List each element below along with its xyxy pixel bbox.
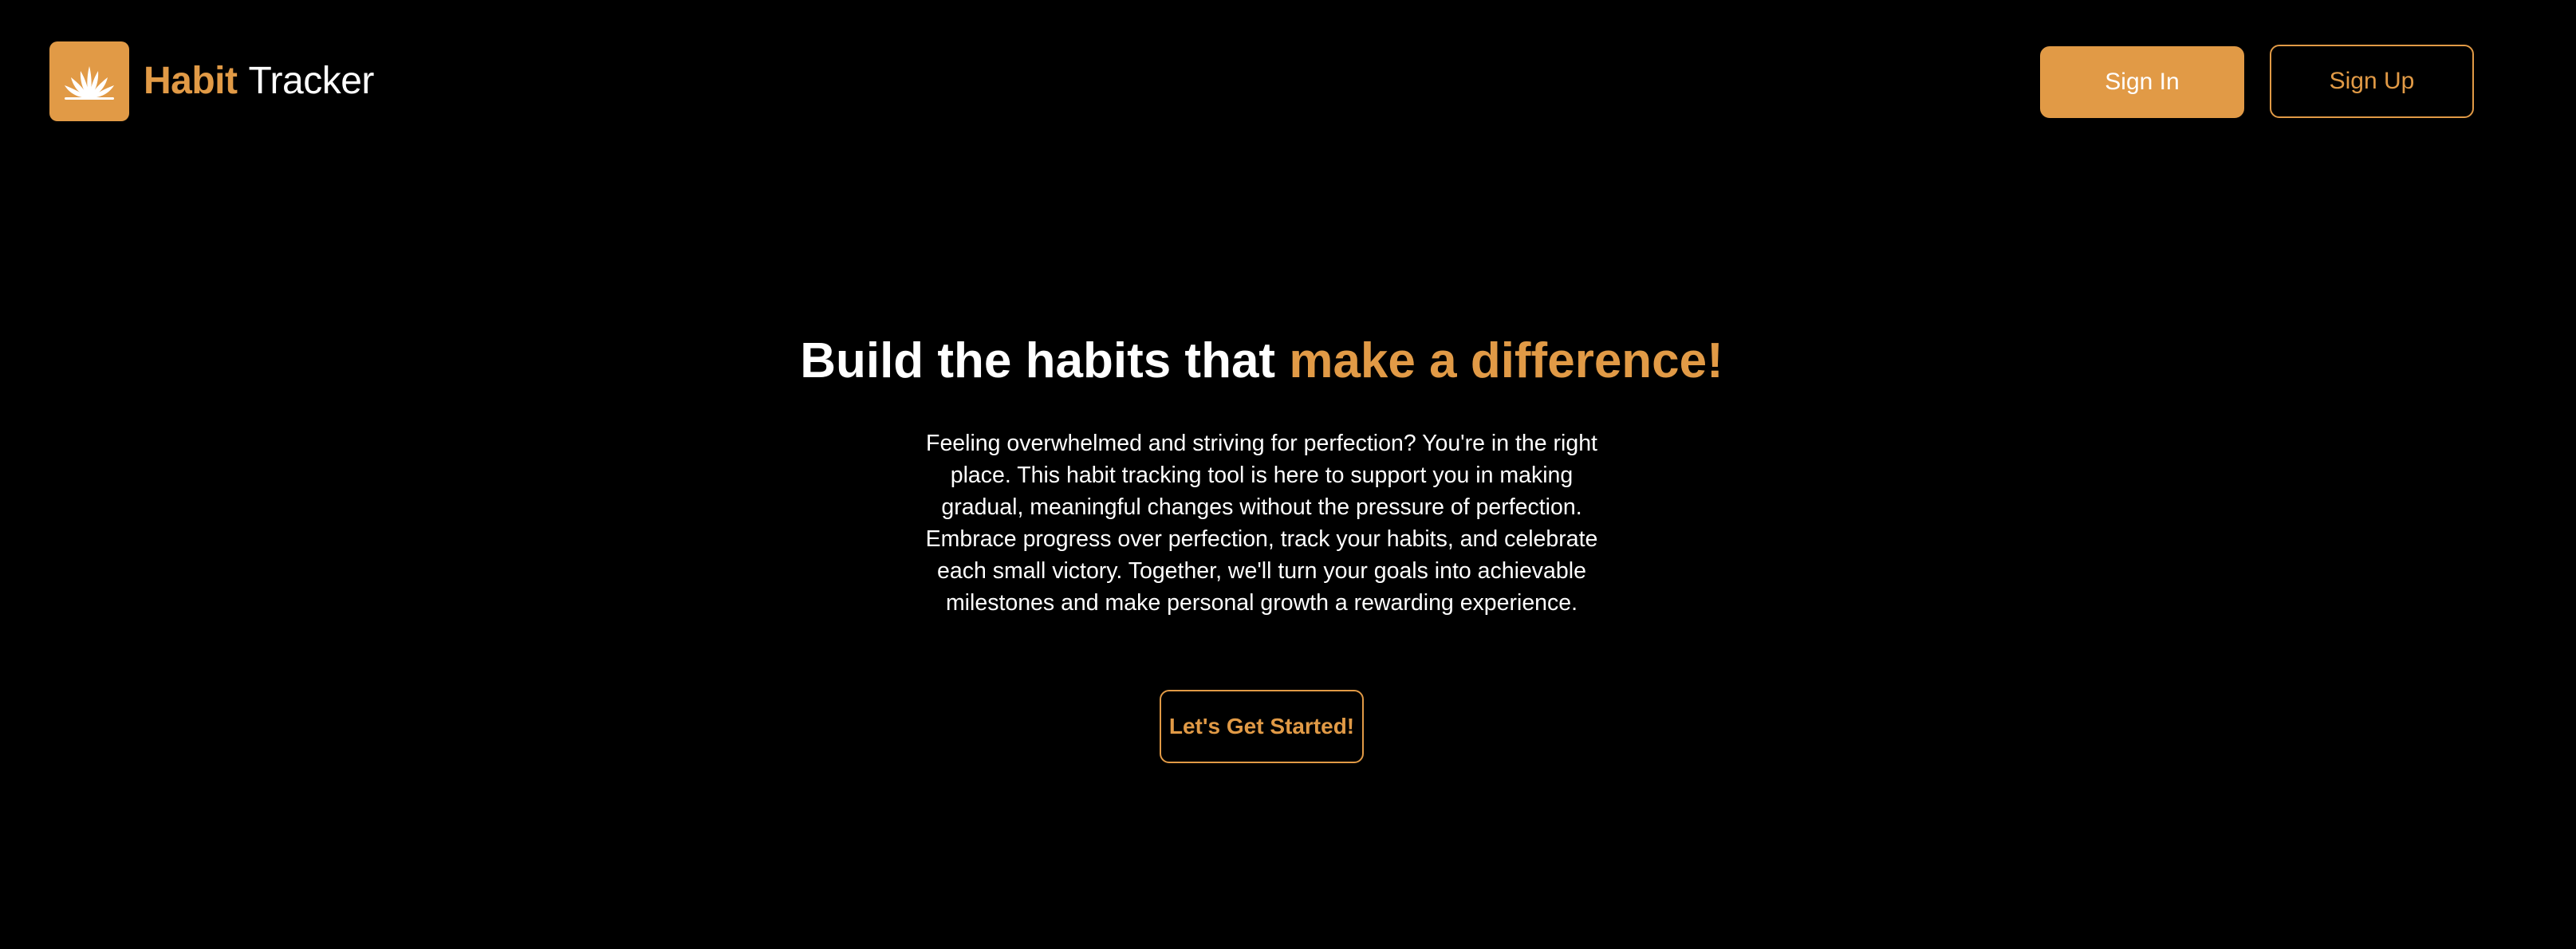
- top-navigation-bar: Habit Tracker Sign In Sign Up: [0, 0, 2576, 159]
- hero-title-main: Build the habits that: [800, 333, 1290, 388]
- brand[interactable]: Habit Tracker: [49, 41, 374, 121]
- hero-title: Build the habits that make a difference!: [0, 332, 2523, 391]
- brand-name-primary: Habit: [144, 60, 238, 102]
- lotus-sunrise-icon: [65, 66, 114, 100]
- sign-in-button[interactable]: Sign In: [2040, 46, 2244, 118]
- logo-box: [49, 41, 129, 121]
- get-started-button[interactable]: Let's Get Started!: [1160, 690, 1364, 763]
- hero-title-accent: make a difference!: [1289, 333, 1723, 388]
- hero-description: Feeling overwhelmed and striving for per…: [925, 431, 1598, 616]
- brand-name: Habit Tracker: [144, 62, 374, 100]
- sign-up-button[interactable]: Sign Up: [2270, 45, 2474, 118]
- brand-name-secondary: Tracker: [248, 60, 375, 102]
